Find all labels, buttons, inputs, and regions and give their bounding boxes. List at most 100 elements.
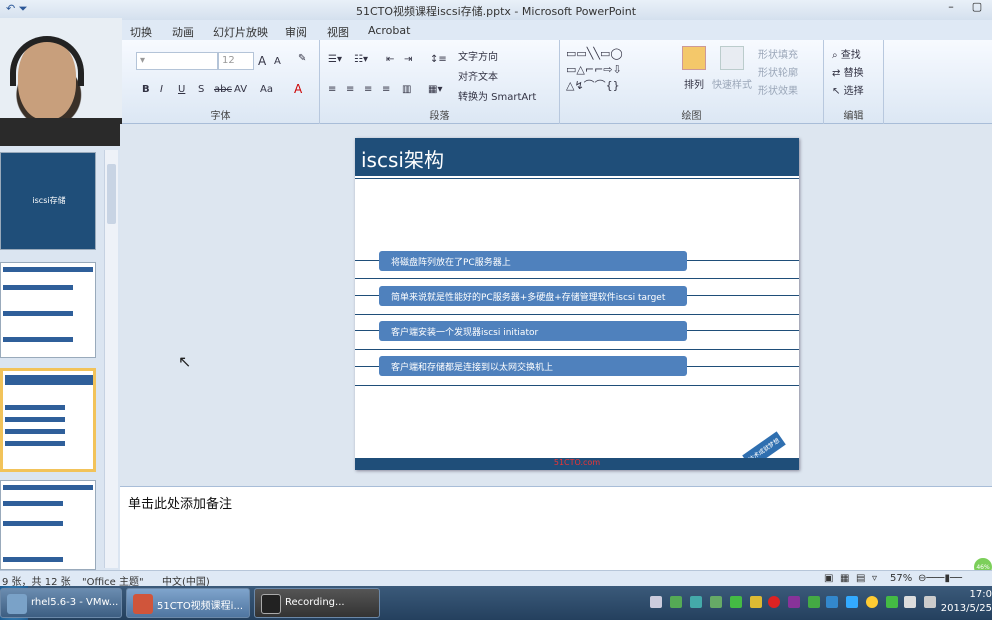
- text-direction-button[interactable]: 文字方向: [458, 48, 498, 63]
- tray-icon[interactable]: [846, 596, 858, 608]
- recording-icon: [261, 594, 281, 614]
- decrease-indent-icon[interactable]: ⇤: [386, 54, 394, 65]
- tray-icon[interactable]: [710, 596, 722, 608]
- ribbon-tabs: 切换 动画 幻灯片放映 审阅 视图 Acrobat: [0, 20, 992, 40]
- tray-icon[interactable]: [670, 596, 682, 608]
- replace-icon: ⇄: [832, 68, 841, 79]
- tray-icon[interactable]: [768, 596, 780, 608]
- quick-styles-button[interactable]: 快速样式: [712, 76, 752, 91]
- slide-title[interactable]: iscsi架构: [361, 144, 444, 173]
- slide-thumbnail[interactable]: iscsi存储: [0, 152, 96, 250]
- tab-animations[interactable]: 动画: [172, 24, 194, 40]
- spacing-icon[interactable]: AV: [234, 84, 247, 95]
- grow-font-button[interactable]: A: [258, 54, 266, 68]
- minimize-button[interactable]: –: [938, 0, 964, 18]
- webcam-body: [0, 118, 122, 146]
- tab-transitions[interactable]: 切换: [130, 24, 152, 40]
- slideshow-view-icon[interactable]: ▿: [872, 573, 877, 584]
- underline-button[interactable]: U: [178, 84, 185, 95]
- tab-acrobat[interactable]: Acrobat: [368, 24, 410, 37]
- headphones: [10, 36, 84, 86]
- align-center-icon[interactable]: ≡: [346, 84, 354, 95]
- volume-icon[interactable]: [924, 596, 936, 608]
- shape-effects-button[interactable]: 形状效果: [758, 82, 798, 97]
- notes-pane[interactable]: 单击此处添加备注: [120, 486, 992, 570]
- line-spacing-icon[interactable]: ↕≡: [430, 54, 447, 65]
- sorter-view-icon[interactable]: ▦: [840, 573, 849, 584]
- italic-button[interactable]: I: [160, 84, 163, 95]
- reading-view-icon[interactable]: ▤: [856, 573, 865, 584]
- change-case-button[interactable]: Aa: [260, 84, 273, 95]
- thumbnails-scrollbar[interactable]: [104, 150, 118, 568]
- bluetooth-icon[interactable]: [826, 596, 838, 608]
- clock-date: 2013/5/25: [940, 603, 992, 614]
- paragraph-group: ☰▾ ☷▾ ⇤ ⇥ ↕≡ ≡ ≡ ≡ ≡ ▥ ▦▾ 文字方向 对齐文本 转换为 …: [320, 40, 560, 124]
- shadow-button[interactable]: S: [198, 84, 204, 95]
- align-text-button[interactable]: 对齐文本: [458, 68, 498, 83]
- slide-thumbnail-selected[interactable]: [0, 368, 96, 472]
- tray-icon[interactable]: [730, 596, 742, 608]
- columns-icon[interactable]: ▥: [402, 84, 411, 95]
- tab-review[interactable]: 审阅: [285, 24, 307, 40]
- powerpoint-icon: [133, 594, 153, 614]
- justify-icon[interactable]: ≡: [382, 84, 390, 95]
- tray-icon[interactable]: [886, 596, 898, 608]
- zoom-slider[interactable]: ⊖───▮──: [918, 573, 962, 584]
- shapes-gallery-icon[interactable]: ▭▭╲╲▭◯ ▭△⌐⌐⇨⇩ △↯⌒⌒{}: [566, 46, 674, 94]
- tray-icon[interactable]: [650, 596, 662, 608]
- tray-icon[interactable]: [750, 596, 762, 608]
- paragraph-group-label: 段落: [429, 111, 450, 122]
- taskbar-item-recording[interactable]: Recording...: [254, 588, 380, 618]
- slide-footer: 51CTO.com: [355, 458, 799, 470]
- select-button[interactable]: ↖ 选择: [832, 82, 864, 97]
- align-left-icon[interactable]: ≡: [328, 84, 336, 95]
- drawing-group-label: 绘图: [681, 111, 702, 122]
- slide-canvas[interactable]: iscsi架构 将磁盘阵列放在了PC服务器上 简单来说就是性能好的PC服务器+多…: [355, 138, 799, 470]
- tray-icon[interactable]: [904, 596, 916, 608]
- tray-icon[interactable]: [788, 596, 800, 608]
- slide-thumbnail[interactable]: [0, 480, 96, 570]
- maximize-button[interactable]: ▢: [964, 0, 990, 18]
- clock[interactable]: 17:0 2013/5/25: [941, 588, 992, 616]
- shrink-font-button[interactable]: A: [274, 56, 281, 67]
- strikethrough-button[interactable]: abc: [214, 84, 232, 95]
- zoom-level[interactable]: 57%: [890, 573, 912, 584]
- shape-outline-button[interactable]: 形状轮廓: [758, 64, 798, 79]
- bold-button[interactable]: B: [142, 84, 150, 95]
- arrange-icon[interactable]: [682, 46, 706, 70]
- font-size-combo[interactable]: 12: [218, 52, 254, 70]
- tab-slideshow[interactable]: 幻灯片放映: [213, 24, 268, 40]
- tray-icon[interactable]: [690, 596, 702, 608]
- bullet-box[interactable]: 客户端和存储都是连接到以太网交换机上: [379, 356, 687, 376]
- numbering-icon[interactable]: ☷▾: [354, 54, 368, 65]
- slide-thumbnail[interactable]: [0, 262, 96, 358]
- find-label: 查找: [840, 50, 861, 61]
- webcam-overlay: [0, 18, 122, 146]
- bullets-icon[interactable]: ☰▾: [328, 54, 342, 65]
- taskbar: rhel5.6-3 - VMw... 51CTO视频课程i... Recordi…: [0, 586, 992, 620]
- bullet-box[interactable]: 简单来说就是性能好的PC服务器+多硬盘+存储管理软件iscsi target: [379, 286, 687, 306]
- find-button[interactable]: ⌕ 查找: [832, 46, 861, 61]
- clear-format-icon[interactable]: ✎: [298, 53, 306, 64]
- taskbar-item-vmware[interactable]: rhel5.6-3 - VMw...: [0, 588, 122, 618]
- align-right-icon[interactable]: ≡: [364, 84, 372, 95]
- taskbar-label: Recording...: [285, 597, 345, 608]
- arrange-button[interactable]: 排列: [684, 76, 704, 91]
- taskbar-item-powerpoint[interactable]: 51CTO视频课程i...: [126, 588, 250, 618]
- bullet-box[interactable]: 客户端安装一个发现器iscsi initiator: [379, 321, 687, 341]
- bullet-box[interactable]: 将磁盘阵列放在了PC服务器上: [379, 251, 687, 271]
- tab-view[interactable]: 视图: [327, 24, 349, 40]
- tray-icon[interactable]: [866, 596, 878, 608]
- notes-placeholder[interactable]: 单击此处添加备注: [128, 493, 232, 512]
- scroll-thumb[interactable]: [107, 164, 116, 224]
- normal-view-icon[interactable]: ▣: [824, 573, 833, 584]
- shape-fill-button[interactable]: 形状填充: [758, 46, 798, 61]
- tray-icon[interactable]: [808, 596, 820, 608]
- increase-indent-icon[interactable]: ⇥: [404, 54, 412, 65]
- quick-styles-icon[interactable]: [720, 46, 744, 70]
- font-name-combo[interactable]: ▾: [136, 52, 218, 70]
- replace-button[interactable]: ⇄ 替换: [832, 64, 864, 79]
- font-color-button[interactable]: A: [294, 82, 302, 96]
- smartart-button[interactable]: 转换为 SmartArt: [458, 88, 536, 103]
- columns-dropdown-icon[interactable]: ▦▾: [428, 84, 442, 95]
